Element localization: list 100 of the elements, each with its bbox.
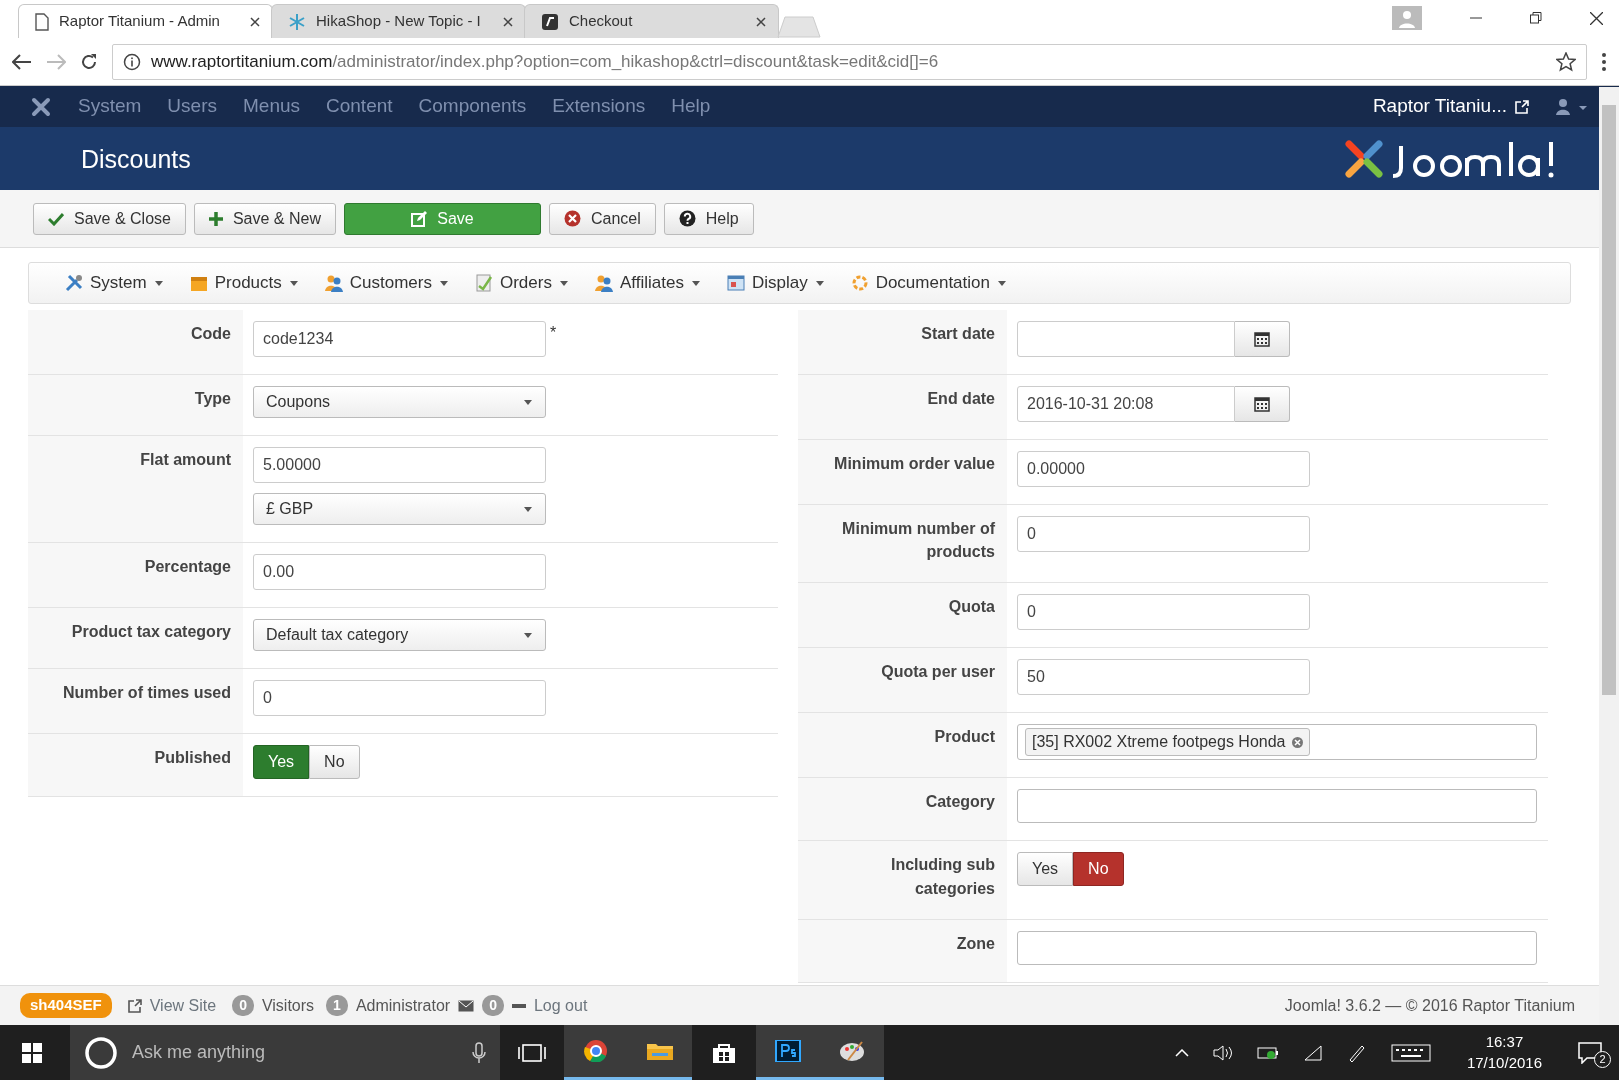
tag-field[interactable] [1017,930,1537,965]
external-link-icon [127,998,142,1013]
back-icon[interactable] [12,53,32,70]
scrollbar-thumb[interactable] [1602,105,1616,695]
palette-icon[interactable] [838,1040,866,1062]
text-field[interactable]: 5.00000 [253,447,546,483]
menu-item[interactable]: Extensions [552,92,646,121]
field-label: Number of times used [28,669,243,733]
caret-icon [523,505,533,513]
status-text: Visitors [261,995,315,1016]
snowflake-icon [288,12,306,31]
search-box[interactable]: Ask me anything [70,1025,500,1080]
browser-tab[interactable]: Raptor Titanium - Admin [18,4,273,38]
dropdown[interactable]: Coupons [253,386,546,418]
restore-icon[interactable] [1530,12,1542,24]
keyboard-icon[interactable] [1390,1042,1431,1063]
calendar-icon [1254,396,1270,412]
toggle-option[interactable]: Yes [1017,852,1074,887]
notification-count: 2 [1594,1050,1611,1068]
calendar-button[interactable] [1235,386,1290,422]
field-label: End date [798,375,1007,439]
submenu-item[interactable]: System [65,270,164,296]
chrome-icon[interactable] [582,1040,610,1062]
address-bar[interactable]: www.raptortitanium.com/administrator/index.php?option=com_hikashop&ctrl=discount&task=edit&cid[]=6 [112,43,1587,80]
menu-item[interactable]: Content [326,92,393,121]
field-label: Code [28,310,243,374]
logout-link[interactable]: Log out [511,993,588,1018]
close-icon[interactable] [503,16,513,27]
remove-icon[interactable] [1291,736,1303,748]
edit-icon [411,210,428,227]
dropdown[interactable]: Default tax category [253,619,546,651]
task-view-icon[interactable] [518,1041,546,1064]
text-field[interactable]: 0 [1017,516,1310,552]
browser-tab[interactable]: HikaShop - New Topic - I [271,4,526,38]
store-icon[interactable] [710,1041,738,1064]
chevron-up-icon[interactable] [1174,1048,1189,1057]
speaker-icon[interactable] [1212,1044,1233,1061]
menu-item[interactable]: System [78,92,142,121]
mail-icon [458,999,475,1012]
caret-icon [523,631,533,639]
toolbar-button[interactable]: Help [663,202,754,235]
photoshop-icon[interactable] [774,1040,802,1062]
people-icon [324,274,343,292]
submenu-item[interactable]: Products [189,270,299,296]
calendar-button[interactable] [1235,321,1290,357]
text-field[interactable]: 0.00000 [1017,451,1310,487]
toggle-option[interactable]: No [309,745,360,779]
submenu-item[interactable]: Affiliates [594,270,701,296]
text-field[interactable]: 0 [253,680,546,716]
caret-icon [997,279,1007,287]
text-field[interactable]: 0 [1017,594,1310,631]
toggle-option[interactable]: No [1073,852,1124,887]
clock-time: 16:37 [1484,1032,1525,1053]
microphone-icon [472,1041,486,1064]
text-field[interactable]: code1234 [253,321,546,357]
browser-tab[interactable]: Checkout [524,4,779,38]
date-field[interactable] [1017,321,1235,357]
dropdown[interactable]: £ GBP [253,493,546,525]
caret-icon [288,279,299,287]
submenu-item[interactable]: Orders [474,270,569,296]
user-menu-icon[interactable] [1555,97,1589,116]
caret-icon [153,279,164,287]
menu-item[interactable]: Help [671,92,711,121]
tag-field[interactable]: [35] RX002 Xtreme footpegs Honda [1017,724,1537,761]
battery-icon[interactable] [1256,1045,1279,1060]
page-title: Discounts [81,143,191,174]
star-icon[interactable] [1556,51,1576,72]
date-field[interactable]: 2016-10-31 20:08 [1017,386,1235,422]
page-icon [35,12,49,31]
close-icon[interactable] [756,16,766,27]
windows-icon[interactable] [22,1042,42,1063]
notifications-icon[interactable] [1578,1041,1602,1064]
close-icon[interactable] [1590,11,1603,25]
reload-icon[interactable] [80,52,98,71]
text-field[interactable]: 0.00 [253,554,546,590]
submenu-item[interactable]: Customers [324,270,449,296]
cortana-icon[interactable] [84,1035,118,1070]
menu-item[interactable]: Components [418,92,527,121]
toolbar-button[interactable]: Save & Close [33,202,186,235]
view-site-link[interactable]: View Site [127,993,217,1018]
field-label: Product tax category [28,608,243,668]
toolbar-button[interactable]: Cancel [549,202,656,235]
toggle-option[interactable]: Yes [253,745,310,779]
external-link-icon [1515,99,1529,114]
menu-icon[interactable] [1601,51,1607,72]
text-field[interactable]: 50 [1017,659,1310,696]
menu-item[interactable]: Users [167,92,217,121]
menu-item[interactable]: Menus [243,92,300,121]
submenu-item[interactable]: Display [726,270,825,296]
tag-field[interactable] [1017,789,1537,824]
toolbar-button[interactable]: Save & New [193,202,336,235]
close-icon[interactable] [250,16,260,27]
submenu-item[interactable]: Documentation [850,270,1007,296]
field-label: Product [798,713,1007,778]
search-field[interactable]: Ask me anything [130,1038,460,1067]
cancel-icon [564,210,581,227]
site-link[interactable]: Raptor Titaniu... [1372,92,1529,121]
caret-icon [690,279,701,287]
info-icon [123,52,141,71]
lifebuoy-icon [850,274,869,292]
